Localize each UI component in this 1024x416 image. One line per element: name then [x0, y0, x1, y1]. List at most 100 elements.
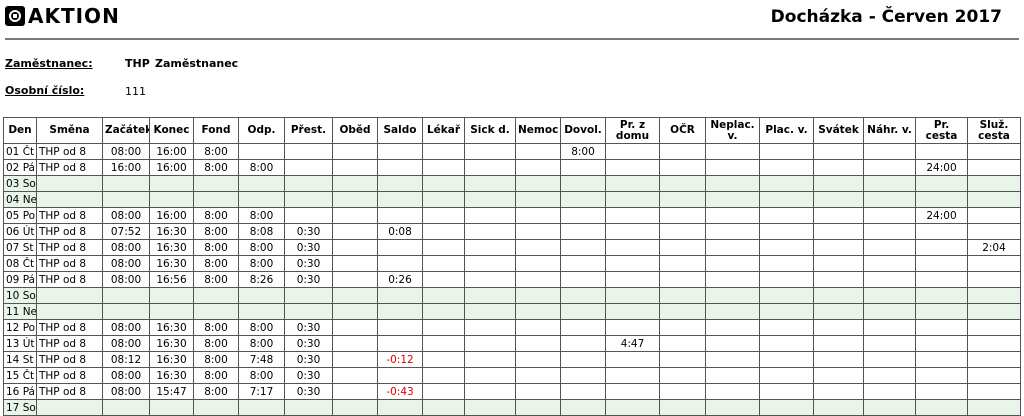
table-cell: 12 Po — [3, 319, 37, 336]
table-cell — [515, 143, 561, 160]
table-cell: 8:00 — [193, 159, 239, 176]
table-cell — [422, 319, 465, 336]
table-cell — [332, 287, 378, 304]
table-cell: 16 Pá — [3, 383, 37, 400]
table-cell — [238, 287, 285, 304]
table-cell — [759, 159, 814, 176]
table-cell — [659, 159, 706, 176]
table-cell — [464, 255, 516, 272]
table-cell: 0:26 — [377, 271, 423, 288]
table-cell: 16:30 — [149, 319, 194, 336]
table-cell: 0:30 — [284, 239, 333, 256]
table-cell: THP od 8 — [36, 255, 103, 272]
table-cell — [759, 255, 814, 272]
table-cell — [102, 303, 150, 320]
table-cell — [515, 383, 561, 400]
table-cell — [332, 223, 378, 240]
table-cell: 16:00 — [102, 159, 150, 176]
table-cell — [464, 191, 516, 208]
table-cell: 08:00 — [102, 319, 150, 336]
table-cell — [560, 223, 606, 240]
table-cell — [193, 175, 239, 192]
table-cell — [705, 287, 760, 304]
table-cell — [422, 239, 465, 256]
table-cell — [560, 367, 606, 384]
header-divider — [5, 38, 1019, 40]
table-cell — [284, 399, 333, 416]
table-cell — [332, 271, 378, 288]
table-cell: 08:00 — [102, 143, 150, 160]
table-cell — [705, 143, 760, 160]
table-cell — [915, 335, 968, 352]
table-cell — [967, 319, 1021, 336]
table-cell — [863, 319, 916, 336]
column-header: Nemoc — [515, 117, 561, 144]
table-cell — [149, 191, 194, 208]
table-cell — [915, 303, 968, 320]
column-header: Sick d. — [464, 117, 516, 144]
table-cell — [422, 351, 465, 368]
table-cell — [705, 319, 760, 336]
table-cell — [915, 351, 968, 368]
table-cell — [284, 207, 333, 224]
table-cell — [967, 191, 1021, 208]
table-cell: THP od 8 — [36, 335, 103, 352]
table-cell — [915, 383, 968, 400]
table-cell — [659, 175, 706, 192]
table-cell — [560, 287, 606, 304]
table-cell — [759, 175, 814, 192]
table-cell — [464, 303, 516, 320]
table-cell — [102, 287, 150, 304]
column-header: Svátek — [813, 117, 864, 144]
table-cell: 2:04 — [967, 239, 1021, 256]
column-header: Fond — [193, 117, 239, 144]
table-cell — [759, 335, 814, 352]
table-cell — [813, 399, 864, 416]
table-cell: 17 So — [3, 399, 37, 416]
table-cell — [813, 367, 864, 384]
table-cell — [332, 399, 378, 416]
table-cell — [332, 175, 378, 192]
table-cell — [36, 303, 103, 320]
column-header: Odp. — [238, 117, 285, 144]
table-cell — [464, 239, 516, 256]
table-cell — [915, 399, 968, 416]
table-cell: 7:17 — [238, 383, 285, 400]
table-cell: 7:48 — [238, 351, 285, 368]
table-cell: 04 Ne — [3, 191, 37, 208]
table-cell: 09 Pá — [3, 271, 37, 288]
table-cell: 16:30 — [149, 351, 194, 368]
table-cell — [377, 303, 423, 320]
employee-name: Zaměstnanec — [155, 57, 239, 70]
table-cell — [560, 191, 606, 208]
table-cell — [659, 367, 706, 384]
table-cell — [464, 175, 516, 192]
table-cell — [560, 383, 606, 400]
table-cell — [705, 223, 760, 240]
table-cell — [238, 143, 285, 160]
table-cell: THP od 8 — [36, 207, 103, 224]
table-cell — [863, 255, 916, 272]
table-cell — [863, 287, 916, 304]
table-cell — [515, 335, 561, 352]
table-cell: THP od 8 — [36, 239, 103, 256]
table-cell — [863, 143, 916, 160]
table-cell: 03 So — [3, 175, 37, 192]
table-cell — [863, 335, 916, 352]
table-cell: 8:00 — [193, 207, 239, 224]
table-cell: 24:00 — [915, 159, 968, 176]
table-row: 10 So — [3, 287, 1021, 304]
table-cell — [863, 207, 916, 224]
table-cell: 15 Čt — [3, 367, 37, 384]
table-cell — [515, 223, 561, 240]
table-cell — [560, 303, 606, 320]
table-cell — [560, 271, 606, 288]
table-row: 13 Út THP od 8 08:00 16:30 8:00 8:00 0:30 4:47 — [3, 335, 1021, 352]
table-cell: 16:30 — [149, 239, 194, 256]
table-cell: 8:00 — [238, 239, 285, 256]
table-cell — [705, 335, 760, 352]
table-cell — [915, 175, 968, 192]
table-cell: 08:00 — [102, 271, 150, 288]
table-cell — [560, 319, 606, 336]
table-cell — [284, 191, 333, 208]
